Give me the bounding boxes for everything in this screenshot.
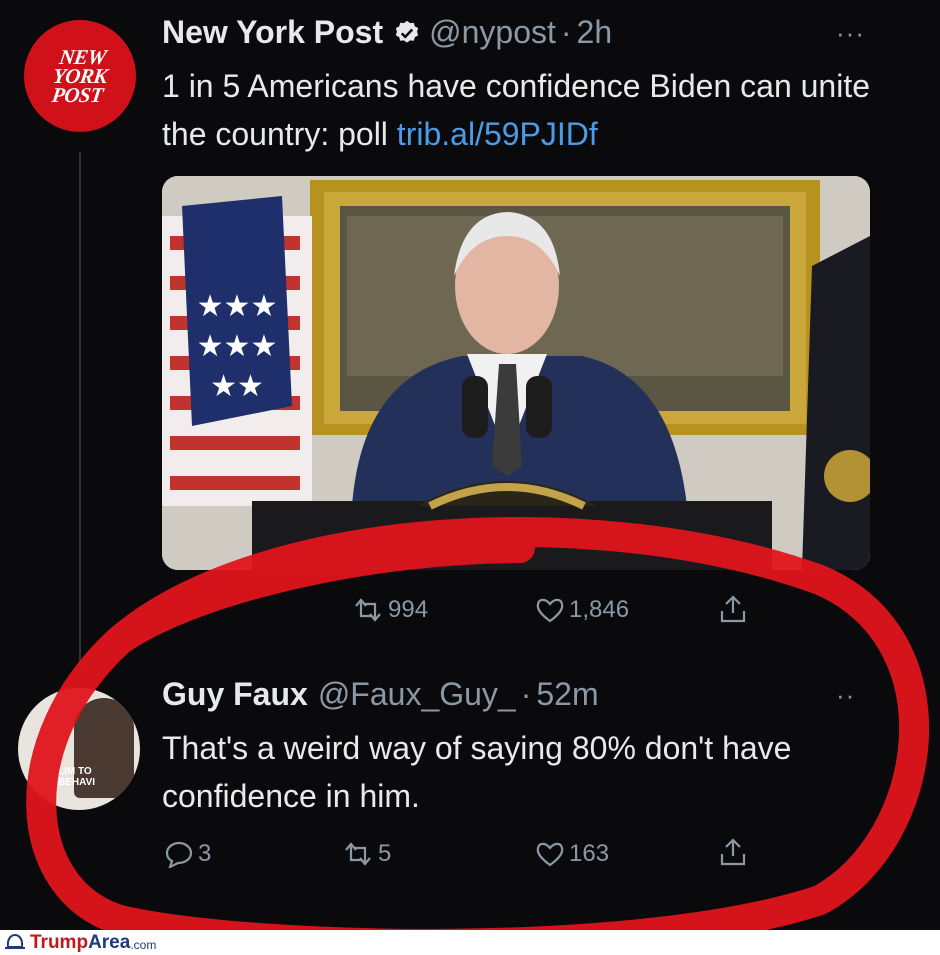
author-name[interactable]: New York Post: [162, 14, 383, 51]
retweet-icon: [345, 842, 371, 866]
logo-line: POST: [50, 82, 105, 107]
thread-connector-line: [79, 152, 81, 672]
like-count: 163: [569, 840, 610, 867]
reply-time[interactable]: 52m: [536, 676, 598, 713]
reply-header: Guy Faux @Faux_Guy_ · 52m: [162, 676, 599, 713]
retweet-count: 5: [378, 840, 392, 867]
avatar-caption-line: BEHAVI: [58, 777, 96, 788]
tweet-header: New York Post @nypost · 2h: [162, 14, 612, 51]
tweet-text: 1 in 5 Americans have confidence Biden c…: [162, 62, 882, 158]
reply-count: 3: [198, 840, 212, 867]
like-button[interactable]: 163: [535, 840, 609, 868]
retweet-button[interactable]: 5: [342, 840, 391, 868]
reply-author-name[interactable]: Guy Faux: [162, 676, 308, 713]
hat-icon: [5, 933, 25, 949]
heart-icon: [536, 842, 564, 867]
watermark-brand-trump: Trump: [30, 931, 89, 953]
press-conference-photo: ★★★ ★★★ ★★: [162, 176, 870, 570]
tweet-media-image[interactable]: ★★★ ★★★ ★★: [162, 176, 870, 570]
avatar-caption: LIM TO BEHAVI: [18, 766, 140, 788]
tweet-link[interactable]: trib.al/59PJIDf: [397, 116, 598, 152]
guy-faux-avatar[interactable]: LIM TO BEHAVI: [18, 688, 140, 810]
share-icon: [720, 595, 746, 623]
more-options-icon[interactable]: ··: [836, 682, 855, 708]
watermark-brand-area: Area: [88, 931, 131, 953]
author-handle[interactable]: @nypost: [429, 14, 556, 51]
reply-text: That's a weird way of saying 80% don't h…: [162, 730, 792, 814]
share-icon: [720, 838, 746, 866]
share-button[interactable]: [718, 593, 748, 625]
reply-bubble-icon: [165, 841, 193, 868]
separator-dot: ·: [520, 676, 532, 712]
like-count: 1,846: [569, 596, 630, 623]
verified-badge-icon: [393, 19, 421, 47]
reply-button[interactable]: 3: [164, 840, 211, 868]
like-button[interactable]: 1,846: [535, 596, 629, 624]
retweet-count: 994: [388, 596, 429, 623]
retweet-button[interactable]: 994: [352, 596, 428, 624]
nypost-avatar[interactable]: NEW YORK POST: [24, 20, 136, 132]
more-options-icon[interactable]: ···: [836, 20, 865, 46]
avatar-caption-line: LIM TO: [58, 766, 92, 777]
svg-text:★★★: ★★★: [197, 289, 278, 324]
nypost-logo: NEW YORK POST: [49, 45, 111, 107]
twitter-thread-screenshot: NEW YORK POST New York Post @nypost · 2h…: [0, 0, 940, 930]
svg-text:★★★: ★★★: [197, 329, 278, 364]
retweet-icon: [355, 598, 381, 622]
watermark-footer: Trump Area .com: [0, 930, 940, 955]
separator-dot: ·: [560, 14, 572, 50]
watermark-brand-com: .com: [130, 938, 157, 952]
heart-icon: [536, 598, 564, 623]
svg-text:★★: ★★: [210, 369, 264, 404]
tweet-time[interactable]: 2h: [577, 14, 613, 51]
share-button[interactable]: [718, 836, 748, 868]
reply-author-handle[interactable]: @Faux_Guy_: [318, 676, 516, 713]
